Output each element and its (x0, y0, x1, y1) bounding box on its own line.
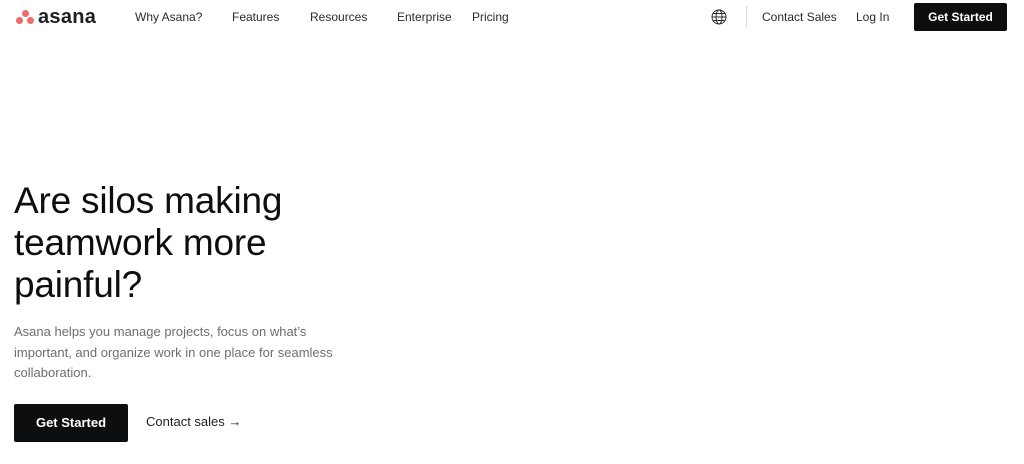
nav-enterprise[interactable]: Enterprise (397, 10, 452, 24)
nav-features[interactable]: Features (232, 10, 279, 24)
nav-why-asana[interactable]: Why Asana? (135, 10, 202, 24)
hero-get-started-button[interactable]: Get Started (14, 404, 128, 442)
asana-logo[interactable]: asana (16, 7, 96, 27)
nav-divider (746, 6, 747, 28)
asana-logo-icon (16, 9, 34, 25)
log-in-link[interactable]: Log In (856, 10, 889, 24)
top-navigation: asana Why Asana? Features Resources Ente… (0, 0, 1024, 34)
hero-subtitle: Asana helps you manage projects, focus o… (14, 324, 333, 380)
contact-sales-link[interactable]: Contact Sales (762, 10, 837, 24)
nav-pricing[interactable]: Pricing (472, 10, 509, 24)
hero-title: Are silos making teamwork more painful? (14, 180, 283, 305)
logo-wordmark: asana (38, 6, 97, 28)
globe-icon[interactable] (711, 9, 727, 25)
hero-contact-sales-link[interactable]: Contact sales → (146, 414, 241, 430)
nav-resources[interactable]: Resources (310, 10, 367, 24)
nav-get-started-button[interactable]: Get Started (914, 3, 1007, 31)
